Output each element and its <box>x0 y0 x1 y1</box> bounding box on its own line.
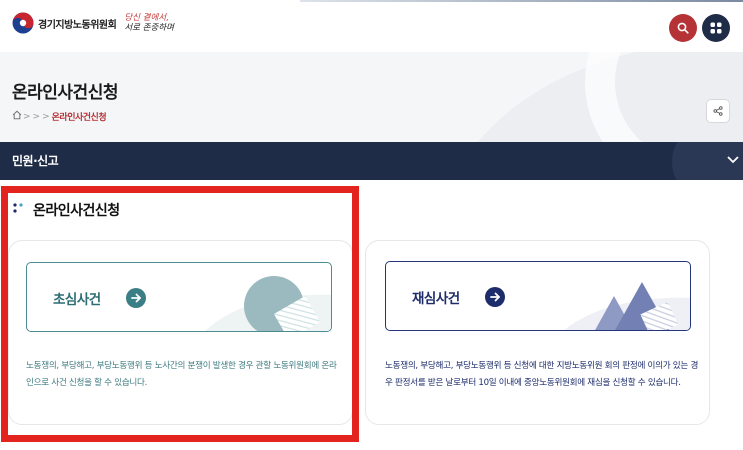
slogan-line-2: 서로 존중하며 <box>124 23 174 33</box>
org-name: 경기지방노동위원회 <box>38 19 117 31</box>
title-background-decoration <box>477 52 743 142</box>
section-dots-icon <box>13 203 23 213</box>
category-bar[interactable]: 민원·신고 <box>0 142 743 180</box>
page-title: 온라인사건신청 <box>12 83 118 103</box>
section-title: 온라인사건신청 <box>33 203 120 219</box>
card-label: 초심사건 <box>53 292 101 308</box>
appeal-button[interactable]: 재심사건 <box>385 261 691 331</box>
share-button[interactable] <box>706 99 730 123</box>
slogan-line-1: 당신 곁에서, <box>124 13 169 23</box>
taegeuk-emblem-icon <box>12 12 34 34</box>
share-icon <box>713 106 723 116</box>
breadcrumb-separator: > <box>42 111 50 122</box>
card-label: 재심사건 <box>412 291 460 307</box>
breadcrumb-current[interactable]: 온라인사건신청 <box>52 110 107 123</box>
arrow-right-icon <box>485 287 505 307</box>
home-icon[interactable] <box>12 110 22 123</box>
arrow-right-icon <box>126 288 146 308</box>
page-title-area: 온라인사건신청 > > > 온라인사건신청 <box>0 52 743 142</box>
breadcrumb-separator: > <box>23 111 31 122</box>
page: 경기지방노동위원회 당신 곁에서, 서로 존중하며 온라인사건신청 > > > … <box>0 0 743 450</box>
header-accent-line <box>300 0 743 2</box>
category-label: 민원·신고 <box>12 154 59 168</box>
card-description: 노동쟁의, 부당해고, 부당노동행위 등 신청에 대한 지방노동위원 회의 판정… <box>385 361 699 388</box>
slogan: 당신 곁에서, 서로 존중하며 <box>124 13 186 33</box>
card-decoration <box>564 282 690 330</box>
site-header: 경기지방노동위원회 당신 곁에서, 서로 존중하며 <box>0 0 743 52</box>
site-logo[interactable]: 경기지방노동위원회 당신 곁에서, 서로 존중하며 <box>12 12 186 34</box>
breadcrumb: > > > 온라인사건신청 <box>12 110 107 123</box>
search-icon <box>677 22 689 34</box>
chevron-down-icon[interactable] <box>726 152 740 166</box>
first-instance-button[interactable]: 초심사건 <box>26 262 332 332</box>
card-decoration <box>205 276 331 331</box>
grid-menu-icon <box>710 22 722 34</box>
card-first-instance: 초심사건 노동쟁의, 부당해고, 부당노동행위 등 노사간의 분쟁이 발생한 경… <box>8 240 353 425</box>
card-appeal: 재심사건 노동쟁의, 부당해고, 부당노동행위 등 신청에 대한 지방노동위원 … <box>365 240 710 425</box>
search-button[interactable] <box>669 14 697 42</box>
all-menu-button[interactable] <box>702 14 730 42</box>
card-description: 노동쟁의, 부당해고, 부당노동행위 등 노사간의 분쟁이 발생한 경우 관할 … <box>26 361 337 388</box>
breadcrumb-separator: > <box>32 111 41 122</box>
